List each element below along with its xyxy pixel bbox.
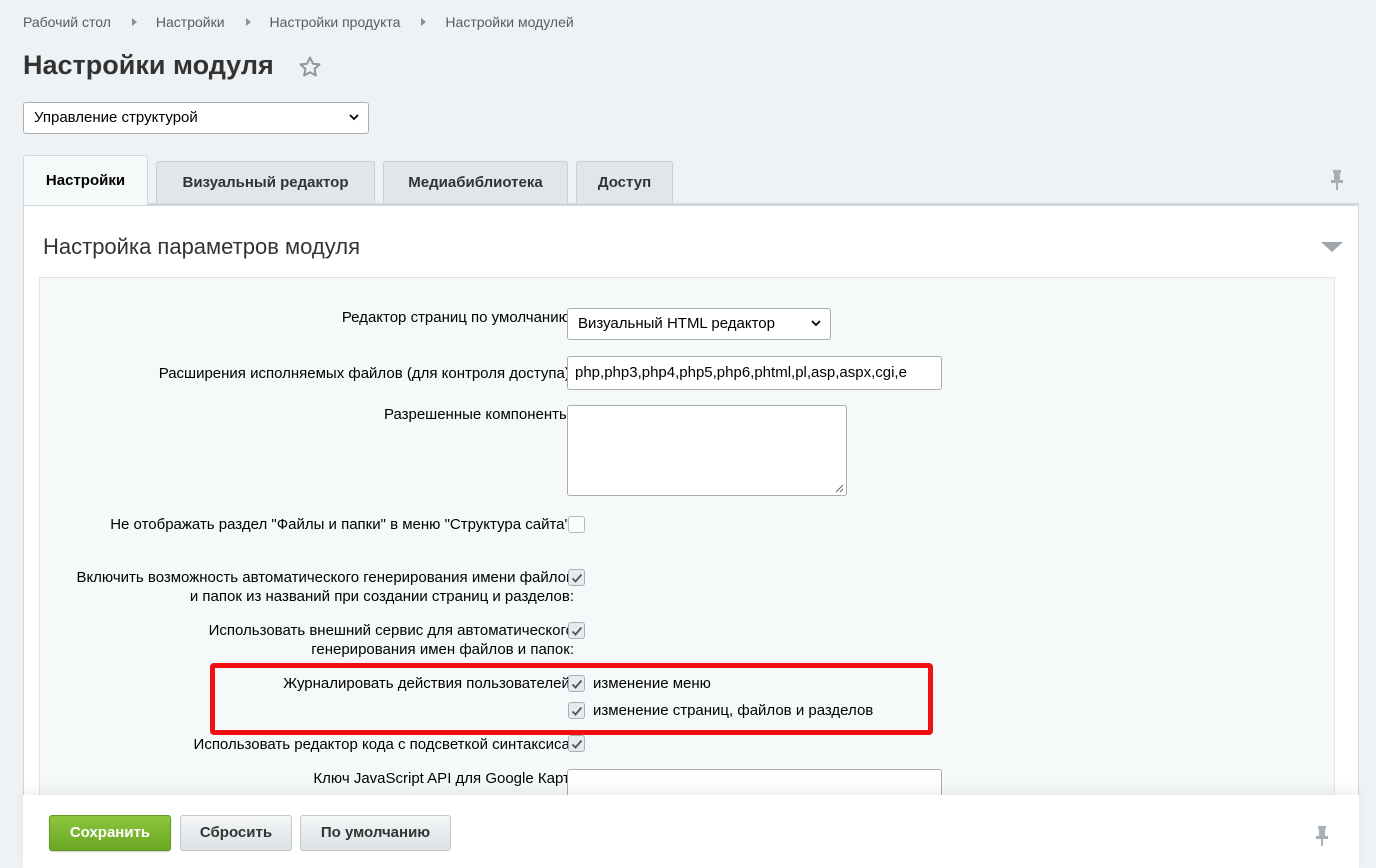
resize-grip-icon[interactable] [834, 483, 844, 493]
tab-media-library[interactable]: Медиабиблиотека [383, 161, 568, 203]
tab-settings[interactable]: Настройки [23, 155, 148, 205]
allowed-components-label: Разрешенные компоненты: [383, 406, 574, 423]
breadcrumb-separator-icon [245, 18, 251, 26]
default-editor-select[interactable]: Визуальный HTML редактор [567, 308, 831, 340]
save-button[interactable]: Сохранить [49, 815, 171, 851]
hide-files-section-checkbox[interactable] [568, 516, 585, 533]
default-editor-label: Редактор страниц по умолчанию: [341, 309, 574, 326]
breadcrumb-link-desktop[interactable]: Рабочий стол [23, 14, 111, 30]
pin-icon[interactable] [1329, 169, 1345, 191]
checkmark-icon [571, 573, 583, 583]
breadcrumb: Рабочий стол Настройки Настройки продукт… [23, 14, 574, 30]
auto-generate-names-label: Включить возможность автоматического ген… [76, 569, 574, 605]
default-button[interactable]: По умолчанию [300, 815, 451, 851]
module-select[interactable]: Управление структурой [23, 102, 369, 134]
tab-visual-editor[interactable]: Визуальный редактор [156, 161, 375, 203]
allowed-components-textarea[interactable] [567, 405, 847, 496]
breadcrumb-link-module-settings[interactable]: Настройки модулей [445, 14, 573, 30]
section-title: Настройка параметров модуля [43, 234, 360, 259]
code-highlight-label: Использовать редактор кода с подсветкой … [193, 736, 574, 753]
breadcrumb-link-settings[interactable]: Настройки [156, 14, 225, 30]
collapse-arrow-icon[interactable] [1321, 242, 1343, 252]
external-service-checkbox[interactable] [568, 622, 585, 639]
module-select-value: Управление структурой [34, 109, 198, 126]
favorite-star-icon[interactable] [298, 55, 322, 79]
code-highlight-checkbox[interactable] [568, 735, 585, 752]
chevron-down-icon [811, 320, 821, 327]
chevron-down-icon [349, 114, 359, 121]
checkmark-icon [571, 739, 583, 749]
pin-icon[interactable] [1314, 825, 1330, 847]
breadcrumb-separator-icon [421, 18, 427, 26]
page-title: Настройки модуля [23, 50, 274, 80]
highlight-box [210, 663, 933, 735]
breadcrumb-link-product-settings[interactable]: Настройки продукта [270, 14, 401, 30]
google-maps-key-label: Ключ JavaScript API для Google Карт: [313, 770, 574, 787]
footer-bar: Сохранить Сбросить По умолчанию [23, 795, 1359, 868]
breadcrumb-separator-icon [131, 18, 137, 26]
hide-files-section-label: Не отображать раздел "Файлы и папки" в м… [110, 516, 574, 533]
auto-generate-names-checkbox[interactable] [568, 569, 585, 586]
exec-extensions-input[interactable]: php,php3,php4,php5,php6,phtml,pl,asp,asp… [567, 356, 942, 390]
default-editor-value: Визуальный HTML редактор [578, 315, 775, 332]
reset-button[interactable]: Сбросить [180, 815, 292, 851]
checkmark-icon [571, 626, 583, 636]
external-service-label: Использовать внешний сервис для автомати… [208, 622, 574, 658]
tab-access[interactable]: Доступ [576, 161, 673, 203]
exec-extensions-label: Расширения исполняемых файлов (для контр… [158, 365, 574, 382]
